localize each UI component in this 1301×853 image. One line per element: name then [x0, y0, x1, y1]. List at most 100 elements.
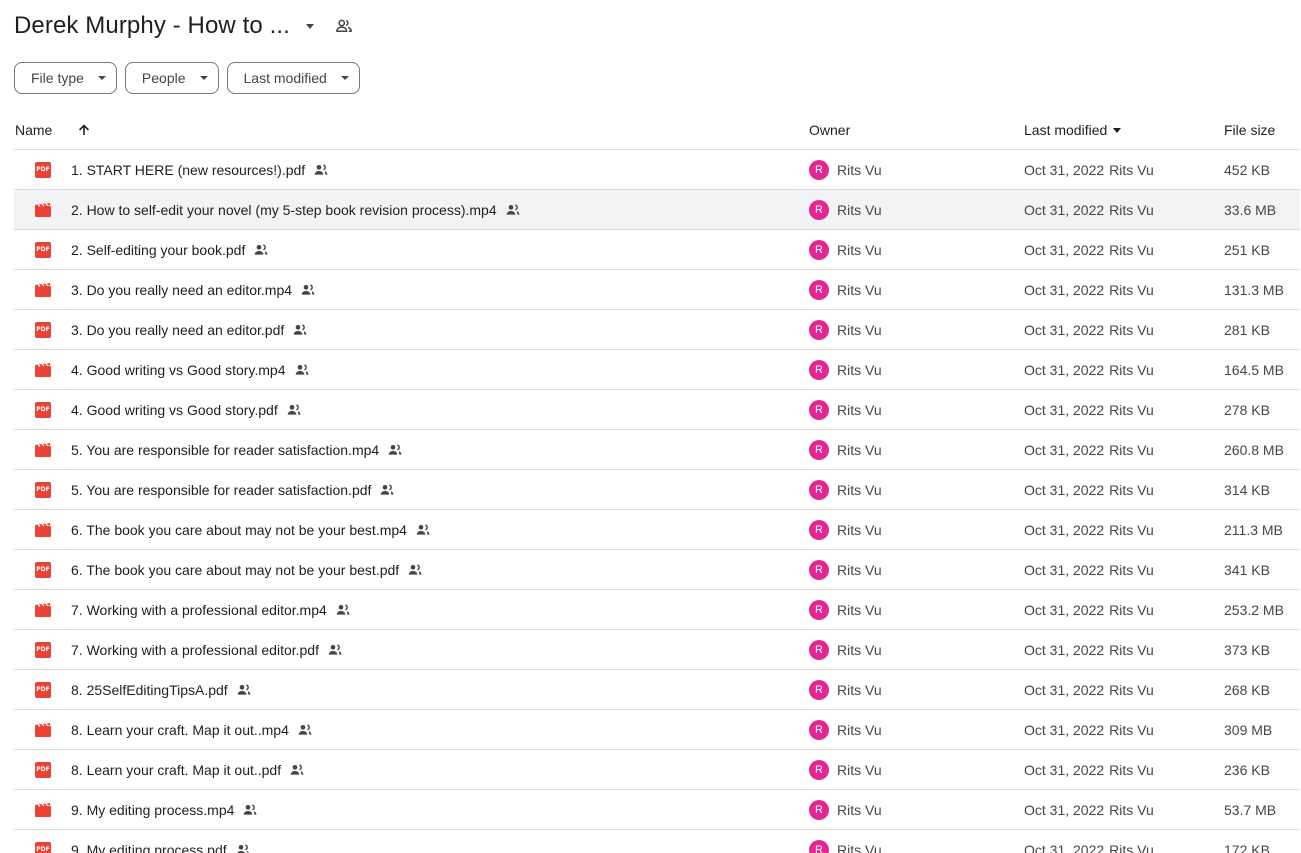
file-name[interactable]: 8. Learn your craft. Map it out..pdf [71, 762, 281, 778]
arrow-drop-down-icon[interactable] [296, 12, 324, 40]
sort-arrow-down-icon [1113, 127, 1122, 133]
last-modified-cell: Oct 31, 2022 Rits Vu [1024, 430, 1154, 469]
file-list: PDF 1. START HERE (new resources!).pdf R Ri… [14, 150, 1300, 853]
owner-avatar[interactable]: R [809, 599, 829, 620]
pdf-icon-badge: PDF [35, 561, 51, 578]
file-row[interactable]: 4. Good writing vs Good story.mp4 R Rits V… [14, 350, 1300, 390]
owner-name: Rits Vu [837, 281, 882, 298]
column-header-owner[interactable]: Owner [809, 110, 850, 150]
owner-cell: R Rits Vu [809, 310, 882, 349]
modified-date: Oct 31, 2022 [1024, 601, 1105, 618]
modified-by: Rits Vu [1109, 721, 1154, 738]
file-name[interactable]: 6. The book you care about may not be yo… [71, 522, 407, 538]
video-file-icon [35, 510, 51, 549]
column-header-label: Last modified [1024, 122, 1108, 138]
owner-cell: R Rits Vu [809, 790, 882, 829]
owner-name: Rits Vu [837, 641, 882, 658]
owner-avatar[interactable]: R [809, 159, 829, 180]
modified-date: Oct 31, 2022 [1024, 241, 1105, 258]
file-name[interactable]: 8. 25SelfEditingTipsA.pdf [71, 682, 228, 698]
column-header-name[interactable]: Name [15, 110, 52, 150]
last-modified-cell: Oct 31, 2022 Rits Vu [1024, 510, 1154, 549]
owner-name: Rits Vu [837, 681, 882, 698]
owner-cell: R Rits Vu [809, 630, 882, 669]
file-name[interactable]: 7. Working with a professional editor.pd… [71, 642, 319, 658]
owner-avatar[interactable]: R [809, 279, 829, 300]
file-type-filter[interactable]: File type [14, 62, 117, 94]
file-name[interactable]: 2. Self-editing your book.pdf [71, 242, 245, 258]
file-row[interactable]: 8. Learn your craft. Map it out..mp4 R Rit… [14, 710, 1300, 750]
last-modified-filter[interactable]: Last modified [226, 62, 360, 94]
modified-by: Rits Vu [1109, 441, 1154, 458]
file-name[interactable]: 6. The book you care about may not be yo… [71, 562, 399, 578]
file-name-cell: 4. Good writing vs Good story.mp4 [71, 350, 310, 389]
owner-avatar[interactable]: R [809, 199, 829, 220]
file-name[interactable]: 1. START HERE (new resources!).pdf [71, 162, 305, 178]
file-row[interactable]: PDF 9. My editing process.pdf R Rits Vu Oct … [14, 830, 1300, 853]
people-filter[interactable]: People [124, 62, 219, 94]
owner-avatar[interactable]: R [809, 559, 829, 580]
file-row[interactable]: PDF 5. You are responsible for reader sat… [14, 470, 1300, 510]
file-row[interactable]: 2. How to self-edit your novel (my 5-ste… [14, 190, 1300, 230]
owner-avatar[interactable]: R [809, 479, 829, 500]
file-name[interactable]: 9. My editing process.mp4 [71, 802, 234, 818]
owner-name: Rits Vu [837, 241, 882, 258]
video-file-icon [35, 350, 51, 389]
owner-avatar[interactable]: R [809, 719, 829, 740]
column-header-file-size[interactable]: File size [1224, 110, 1275, 150]
arrow-drop-down-icon [199, 76, 208, 80]
file-row[interactable]: PDF 1. START HERE (new resources!).pdf R Ri… [14, 150, 1300, 190]
file-row[interactable]: PDF 7. Working with a professional editor… [14, 630, 1300, 670]
last-modified-cell: Oct 31, 2022 Rits Vu [1024, 670, 1154, 709]
file-name[interactable]: 5. You are responsible for reader satisf… [71, 442, 379, 458]
file-row[interactable]: PDF 4. Good writing vs Good story.pdf R Rit… [14, 390, 1300, 430]
owner-avatar[interactable]: R [809, 679, 829, 700]
file-name[interactable]: 4. Good writing vs Good story.pdf [71, 402, 278, 418]
file-row[interactable]: PDF 6. The book you care about may not be… [14, 550, 1300, 590]
sort-arrow-up-icon[interactable] [74, 110, 94, 150]
video-icon-graphic [35, 442, 51, 457]
owner-avatar[interactable]: R [809, 759, 829, 780]
file-row[interactable]: 5. You are responsible for reader satisf… [14, 430, 1300, 470]
file-name[interactable]: 3. Do you really need an editor.pdf [71, 322, 284, 338]
file-row[interactable]: 9. My editing process.mp4 R Rits Vu Oct 31,… [14, 790, 1300, 830]
owner-avatar[interactable]: R [809, 359, 829, 380]
shared-people-icon [235, 842, 251, 853]
filter-label: People [141, 70, 186, 86]
shared-people-icon [327, 642, 343, 658]
owner-name: Rits Vu [837, 601, 882, 618]
file-row[interactable]: PDF 3. Do you really need an editor.pdf R R… [14, 310, 1300, 350]
file-name[interactable]: 2. How to self-edit your novel (my 5-ste… [71, 202, 497, 218]
file-row[interactable]: PDF 8. Learn your craft. Map it out..pdf R… [14, 750, 1300, 790]
file-name[interactable]: 9. My editing process.pdf [71, 842, 227, 853]
owner-avatar[interactable]: R [809, 799, 829, 820]
pdf-file-icon: PDF [35, 390, 51, 429]
file-name[interactable]: 5. You are responsible for reader satisf… [71, 482, 371, 498]
folder-title[interactable]: Derek Murphy - How to ... [14, 12, 290, 40]
owner-name: Rits Vu [837, 721, 882, 738]
file-size: 309 MB [1224, 721, 1273, 738]
file-name[interactable]: 7. Working with a professional editor.mp… [71, 602, 327, 618]
owner-avatar[interactable]: R [809, 239, 829, 260]
owner-avatar[interactable]: R [809, 439, 829, 460]
modified-by: Rits Vu [1109, 601, 1154, 618]
people-icon[interactable] [330, 12, 358, 40]
owner-avatar[interactable]: R [809, 519, 829, 540]
file-name-cell: 8. Learn your craft. Map it out..mp4 [71, 710, 313, 749]
file-row[interactable]: 6. The book you care about may not be yo… [14, 510, 1300, 550]
owner-avatar[interactable]: R [809, 399, 829, 420]
modified-by: Rits Vu [1109, 681, 1154, 698]
last-modified-cell: Oct 31, 2022 Rits Vu [1024, 790, 1154, 829]
owner-avatar[interactable]: R [809, 319, 829, 340]
pdf-icon-badge: PDF [35, 681, 51, 698]
owner-avatar[interactable]: R [809, 839, 829, 853]
owner-avatar[interactable]: R [809, 639, 829, 660]
file-row[interactable]: PDF 2. Self-editing your book.pdf R Rits Vu… [14, 230, 1300, 270]
file-name[interactable]: 4. Good writing vs Good story.mp4 [71, 362, 286, 378]
file-name[interactable]: 3. Do you really need an editor.mp4 [71, 282, 292, 298]
column-header-last-modified[interactable]: Last modified [1024, 110, 1122, 150]
file-name[interactable]: 8. Learn your craft. Map it out..mp4 [71, 722, 289, 738]
file-row[interactable]: 3. Do you really need an editor.mp4 R Rits… [14, 270, 1300, 310]
file-row[interactable]: PDF 8. 25SelfEditingTipsA.pdf R Rits Vu Oct … [14, 670, 1300, 710]
file-row[interactable]: 7. Working with a professional editor.mp… [14, 590, 1300, 630]
